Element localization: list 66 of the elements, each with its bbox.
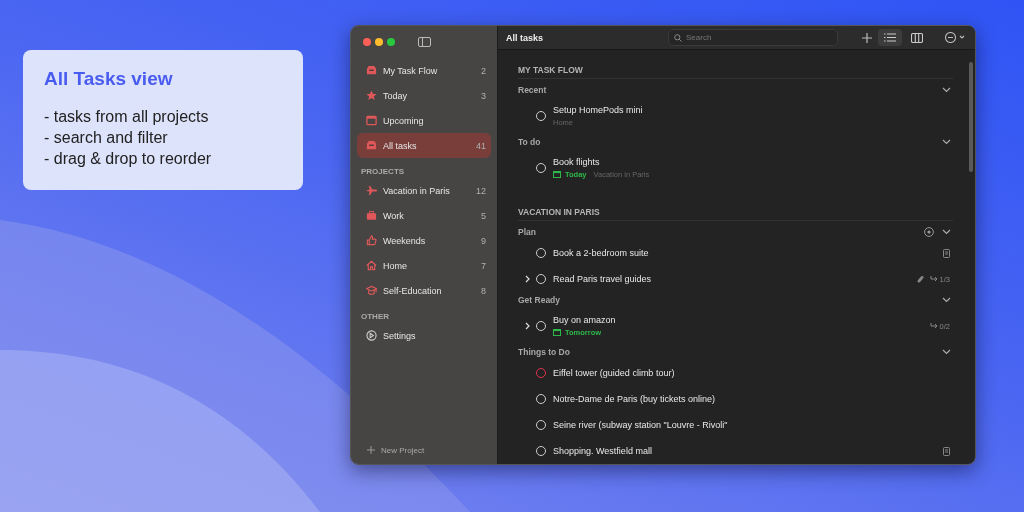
chevron-icon[interactable]: [942, 229, 951, 235]
feature-text: - drag & drop to reorder: [44, 149, 213, 169]
task-title: Buy on amazon: [553, 315, 616, 325]
search-field[interactable]: Search: [668, 29, 838, 46]
card-title: All Tasks view: [44, 68, 173, 90]
section-header: VACATION IN PARIS: [518, 202, 953, 221]
group-header: Get Ready: [518, 295, 561, 305]
sidebar-item[interactable]: Vacation in Paris 12: [357, 178, 491, 203]
feature-text: - search and filter: [44, 128, 169, 148]
sidebar-item[interactable]: My Task Flow 2: [357, 58, 491, 83]
calendar-icon: [553, 329, 561, 336]
calendar-icon: [553, 171, 561, 178]
list-view-button[interactable]: [878, 29, 902, 46]
chevron-icon[interactable]: [942, 139, 951, 145]
feature-text: - tasks from all projects: [44, 107, 210, 127]
columns-icon: [911, 32, 923, 43]
more-menu-icon[interactable]: [945, 32, 965, 43]
task-title: Book flights: [553, 157, 600, 167]
sidebar-item[interactable]: Self-Education 8: [357, 278, 491, 303]
house-icon: [366, 260, 377, 271]
group-header: Things to Do: [518, 347, 570, 357]
plus-icon: [367, 446, 375, 454]
sidebar-item[interactable]: Today 3: [357, 83, 491, 108]
group-header: Plan: [518, 227, 536, 237]
minimize-button[interactable]: [375, 38, 383, 46]
task-title: Seine river (subway station "Louvre - Rivoli": [553, 420, 728, 430]
section-header: OTHER: [360, 311, 390, 323]
sidebar-item[interactable]: Weekends 9: [357, 228, 491, 253]
task-title: Eiffel tower (guided climb tour): [553, 368, 675, 378]
chevron-icon[interactable]: [942, 87, 951, 93]
task-title: Notre-Dame de Paris (buy tickets online): [553, 394, 716, 404]
briefcase-icon: [366, 210, 377, 221]
sidebar-item[interactable]: Work 5: [357, 203, 491, 228]
sidebar-item[interactable]: Upcoming: [357, 108, 491, 133]
task-title: Book a 2-bedroom suite: [553, 248, 649, 258]
thumb-icon: [366, 235, 377, 246]
close-button[interactable]: [363, 38, 371, 46]
zoom-button[interactable]: [387, 38, 395, 46]
sidebar-toggle-icon[interactable]: [418, 37, 431, 47]
group-header: Recent: [518, 85, 547, 95]
section-header: MY TASK FLOW: [518, 60, 953, 79]
scrollbar[interactable]: [969, 62, 973, 172]
star-icon: [366, 90, 377, 101]
group-header: To do: [518, 137, 541, 147]
sidebar-item[interactable]: All tasks 41: [357, 133, 491, 158]
list-icon: [884, 33, 896, 42]
window-title: All tasks: [506, 32, 545, 43]
sidebar-item[interactable]: Settings: [357, 323, 491, 348]
subtask-arrow-icon: [929, 275, 938, 283]
new-project-button[interactable]: New Project: [357, 440, 491, 464]
cap-icon: [366, 285, 377, 296]
calendar-icon: [366, 115, 377, 126]
chevron-icon[interactable]: [942, 349, 951, 355]
subtask-arrow-icon: [929, 322, 938, 330]
inbox-icon: [366, 140, 377, 151]
chevron-icon[interactable]: [942, 297, 951, 303]
add-icon[interactable]: [862, 32, 872, 43]
plane-icon: [366, 185, 377, 196]
task-title: Shopping. Westfield mall: [553, 446, 652, 456]
inbox-icon: [366, 65, 377, 76]
search-icon: [674, 33, 682, 42]
target-icon[interactable]: [924, 227, 934, 237]
task-title: Read Paris travel guides: [553, 274, 652, 284]
sidebar-item[interactable]: Home 7: [357, 253, 491, 278]
task-title: Setup HomePods mini: [553, 105, 643, 115]
section-header: PROJECTS: [360, 166, 406, 178]
